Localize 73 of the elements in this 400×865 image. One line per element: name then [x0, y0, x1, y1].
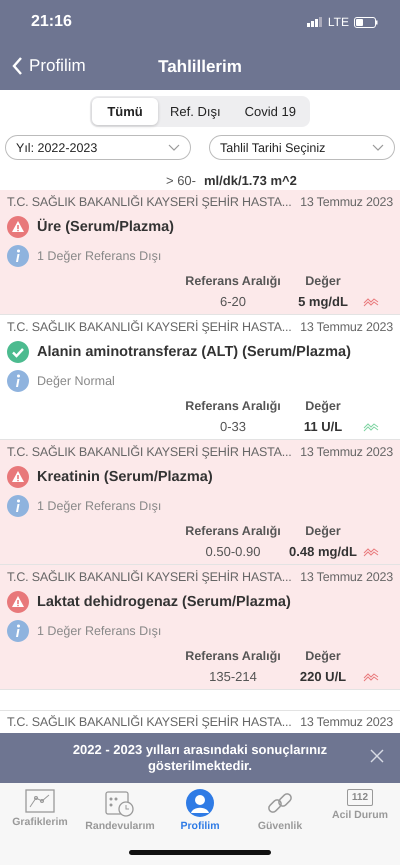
result-value: 0.48 mg/dL: [288, 544, 358, 559]
column-header: Değer: [304, 274, 342, 288]
result-note: 1 Değer Referans Dışı: [37, 249, 162, 263]
result-date: 13 Temmuz 2023: [300, 570, 393, 584]
result-value: 11 U/L: [302, 419, 344, 434]
network-label: LTE: [328, 15, 349, 29]
hospital-name: T.C. SAĞLIK BAKANLIĞI KAYSERİ ŞEHİR HASTA...: [7, 320, 292, 334]
column-header: Değer: [304, 524, 342, 538]
result-date: 13 Temmuz 2023: [300, 320, 393, 334]
result-card[interactable]: T.C. SAĞLIK BAKANLIĞI KAYSERİ ŞEHİR HASTA... 13 Temmuz 2023 Üre (Serum/Plazma) 1 Değer Referans Dışı Referans Aralığı Değer 6-20 5 mg/dL: [0, 190, 400, 315]
result-note: 1 Değer Referans Dışı: [37, 499, 162, 513]
hospital-name: T.C. SAĞLIK BAKANLIĞI KAYSERİ ŞEHİR HASTA...: [7, 195, 292, 209]
test-name: Kreatinin (Serum/Plazma): [37, 469, 213, 485]
filter-dropdown[interactable]: Tahlil Tarihi Seçiniz: [209, 135, 395, 160]
close-icon: [370, 749, 384, 763]
info-icon: [7, 245, 29, 267]
chevron-down-icon: [168, 144, 180, 151]
close-button[interactable]: [370, 749, 384, 763]
signal-icon: [306, 17, 323, 27]
segment-tab[interactable]: Covid 19: [232, 98, 308, 125]
reference-range: 0.50-0.90: [204, 544, 262, 559]
chart-icon: [25, 789, 55, 813]
result-card[interactable]: T.C. SAĞLIK BAKANLIĞI KAYSERİ ŞEHİR HASTA... 13 Temmuz 2023 Laktat dehidrogenaz (Serum/Plazma) 1 Değer Referans Dışı Referans Aralığı Değer 135-214 220 U/L: [0, 565, 400, 690]
reference-range: > 60-: [165, 173, 197, 188]
back-icon: [12, 57, 23, 75]
column-header: Referans Aralığı: [184, 524, 282, 538]
emergency-number-icon: 112: [346, 789, 374, 806]
reference-range: 6-20: [218, 294, 248, 309]
result-value: 5 mg/dL: [297, 294, 349, 309]
column-header: Referans Aralığı: [184, 649, 282, 663]
result-value: ml/dk/1.73 m^2: [204, 173, 298, 188]
trend-icon[interactable]: [363, 422, 379, 432]
reference-range: 135-214: [208, 669, 258, 684]
chevron-down-icon: [372, 144, 384, 151]
info-icon: [7, 495, 29, 517]
battery-icon: [354, 16, 378, 28]
column-header: Değer: [304, 399, 342, 413]
column-header: Referans Aralığı: [184, 274, 282, 288]
column-header: Değer: [304, 649, 342, 663]
calendar-clock-icon: [105, 789, 135, 817]
warning-icon: [7, 466, 29, 488]
result-value: 220 U/L: [298, 669, 348, 684]
check-icon: [7, 341, 29, 363]
warning-icon: [7, 591, 29, 613]
result-note: Değer Normal: [37, 374, 115, 388]
tab-bar-item[interactable]: Profilim: [162, 789, 238, 839]
profile-icon: [186, 789, 214, 817]
back-button[interactable]: Profilim: [10, 54, 88, 78]
segment-tab[interactable]: Tümü: [92, 98, 158, 125]
info-banner-text: 2022 - 2023 yılları arasındaki sonuçlarınız gösterilmektedir.: [72, 742, 328, 774]
trend-icon[interactable]: [363, 296, 379, 306]
hospital-name: T.C. SAĞLIK BAKANLIĞI KAYSERİ ŞEHİR HASTA...: [7, 445, 292, 459]
column-header: Referans Aralığı: [184, 399, 282, 413]
info-icon: [7, 370, 29, 392]
page-title: Tahlillerim: [158, 57, 242, 77]
test-name: Üre (Serum/Plazma): [37, 219, 174, 235]
test-name: Laktat dehidrogenaz (Serum/Plazma): [37, 594, 291, 610]
hospital-name: T.C. SAĞLIK BAKANLIĞI KAYSERİ ŞEHİR HASTA...: [7, 570, 292, 584]
result-note: 1 Değer Referans Dışı: [37, 624, 162, 638]
result-date: 13 Temmuz 2023: [300, 445, 393, 459]
trend-icon[interactable]: [363, 546, 379, 556]
warning-icon: [7, 216, 29, 238]
filter-dropdown[interactable]: Yıl: 2022-2023: [5, 135, 191, 160]
trend-icon[interactable]: [363, 672, 379, 682]
result-date: 13 Temmuz 2023: [300, 715, 393, 729]
result-date: 13 Temmuz 2023: [300, 195, 393, 209]
hospital-name: T.C. SAĞLIK BAKANLIĞI KAYSERİ ŞEHİR HASTA...: [7, 715, 292, 729]
result-card[interactable]: T.C. SAĞLIK BAKANLIĞI KAYSERİ ŞEHİR HASTA... 13 Temmuz 2023 Kreatinin (Serum/Plazma) 1 Değer Referans Dışı Referans Aralığı Değer 0.50-0.90 0.48 mg/dL: [0, 440, 400, 565]
status-time: 21:16: [31, 13, 72, 31]
segment-tab[interactable]: Ref. Dışı: [158, 98, 233, 125]
reference-range: 0-33: [218, 419, 248, 434]
info-icon: [7, 620, 29, 642]
test-name: Alanin aminotransferaz (ALT) (Serum/Plazma): [37, 344, 351, 360]
